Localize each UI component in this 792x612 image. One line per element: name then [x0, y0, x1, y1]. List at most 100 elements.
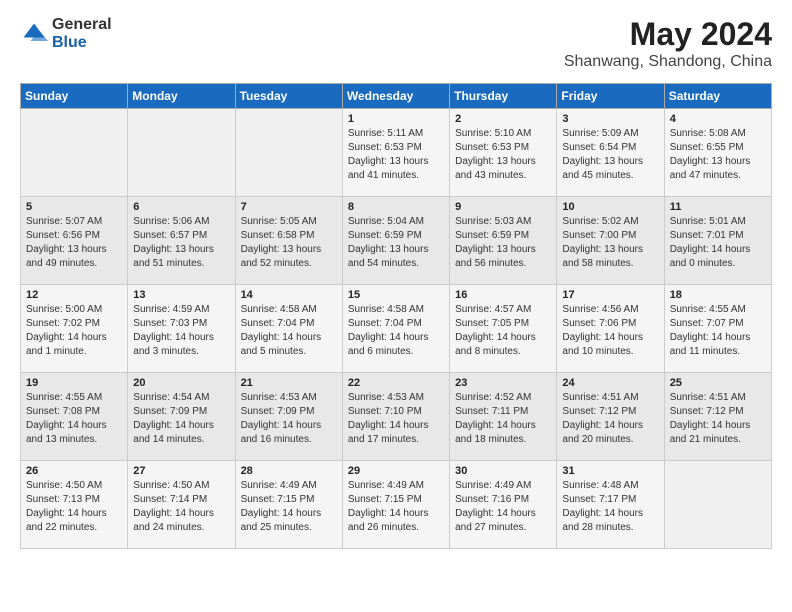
cell-content: Sunrise: 4:58 AM Sunset: 7:04 PM Dayligh… [241, 303, 337, 359]
cell-content: Sunrise: 5:01 AM Sunset: 7:01 PM Dayligh… [670, 215, 766, 271]
day-number: 1 [348, 113, 444, 125]
day-number: 6 [133, 201, 229, 213]
cell-content: Sunrise: 5:07 AM Sunset: 6:56 PM Dayligh… [26, 215, 122, 271]
calendar-cell: 21Sunrise: 4:53 AM Sunset: 7:09 PM Dayli… [235, 373, 342, 461]
calendar-cell: 12Sunrise: 5:00 AM Sunset: 7:02 PM Dayli… [21, 285, 128, 373]
cell-content: Sunrise: 4:50 AM Sunset: 7:14 PM Dayligh… [133, 479, 229, 535]
day-header-thursday: Thursday [450, 84, 557, 109]
calendar-cell: 28Sunrise: 4:49 AM Sunset: 7:15 PM Dayli… [235, 461, 342, 549]
calendar-cell: 18 Sunrise: 4:55 AM Sunset: 7:07 PM Dayli… [664, 285, 771, 373]
day-number: 8 [348, 201, 444, 213]
title-block: May 2024 Shanwang, Shandong, China [564, 16, 772, 71]
week-row-5: 26Sunrise: 4:50 AM Sunset: 7:13 PM Dayli… [21, 461, 772, 549]
cell-content: Sunrise: 5:03 AM Sunset: 6:59 PM Dayligh… [455, 215, 551, 271]
day-number: 5 [26, 201, 122, 213]
cell-content: Sunrise: 4:55 AM Sunset: 7:07 PM Dayligh… [670, 303, 766, 359]
day-number: 27 [133, 465, 229, 477]
day-number: 16 [455, 289, 551, 301]
calendar-cell: 15 Sunrise: 4:58 AM Sunset: 7:04 PM Dayli… [342, 285, 449, 373]
day-number: 4 [670, 113, 766, 125]
logo: General Blue [20, 16, 112, 51]
calendar-cell: 20Sunrise: 4:54 AM Sunset: 7:09 PM Dayli… [128, 373, 235, 461]
day-number: 15 [348, 289, 444, 301]
day-header-monday: Monday [128, 84, 235, 109]
day-number: 25 [670, 377, 766, 389]
day-number: 3 [562, 113, 658, 125]
day-header-friday: Friday [557, 84, 664, 109]
calendar-cell: 9 Sunrise: 5:03 AM Sunset: 6:59 PM Daylig… [450, 197, 557, 285]
calendar-cell: 29 Sunrise: 4:49 AM Sunset: 7:15 PM Dayli… [342, 461, 449, 549]
day-number: 18 [670, 289, 766, 301]
week-row-3: 12Sunrise: 5:00 AM Sunset: 7:02 PM Dayli… [21, 285, 772, 373]
calendar-cell [664, 461, 771, 549]
cell-content: Sunrise: 4:57 AM Sunset: 7:05 PM Dayligh… [455, 303, 551, 359]
day-number: 11 [670, 201, 766, 213]
day-number: 28 [241, 465, 337, 477]
calendar-cell: 13 Sunrise: 4:59 AM Sunset: 7:03 PM Dayli… [128, 285, 235, 373]
cell-content: Sunrise: 5:06 AM Sunset: 6:57 PM Dayligh… [133, 215, 229, 271]
day-number: 20 [133, 377, 229, 389]
cell-content: Sunrise: 4:49 AM Sunset: 7:15 PM Dayligh… [348, 479, 444, 535]
cell-content: Sunrise: 4:58 AM Sunset: 7:04 PM Dayligh… [348, 303, 444, 359]
calendar-cell: 8Sunrise: 5:04 AM Sunset: 6:59 PM Daylig… [342, 197, 449, 285]
calendar-cell: 10Sunrise: 5:02 AM Sunset: 7:00 PM Dayli… [557, 197, 664, 285]
day-number: 13 [133, 289, 229, 301]
calendar-cell: 6 Sunrise: 5:06 AM Sunset: 6:57 PM Daylig… [128, 197, 235, 285]
calendar-cell [21, 109, 128, 197]
calendar-cell: 23 Sunrise: 4:52 AM Sunset: 7:11 PM Dayli… [450, 373, 557, 461]
page: General Blue May 2024 Shanwang, Shandong… [0, 0, 792, 565]
day-number: 9 [455, 201, 551, 213]
location: Shanwang, Shandong, China [564, 53, 772, 71]
cell-content: Sunrise: 4:55 AM Sunset: 7:08 PM Dayligh… [26, 391, 122, 447]
header-row: SundayMondayTuesdayWednesdayThursdayFrid… [21, 84, 772, 109]
cell-content: Sunrise: 5:09 AM Sunset: 6:54 PM Dayligh… [562, 127, 658, 183]
day-number: 23 [455, 377, 551, 389]
calendar-cell: 31Sunrise: 4:48 AM Sunset: 7:17 PM Dayli… [557, 461, 664, 549]
cell-content: Sunrise: 5:10 AM Sunset: 6:53 PM Dayligh… [455, 127, 551, 183]
day-header-tuesday: Tuesday [235, 84, 342, 109]
calendar-cell: 3 Sunrise: 5:09 AM Sunset: 6:54 PM Daylig… [557, 109, 664, 197]
calendar-cell: 19Sunrise: 4:55 AM Sunset: 7:08 PM Dayli… [21, 373, 128, 461]
day-number: 31 [562, 465, 658, 477]
calendar-cell: 2 Sunrise: 5:10 AM Sunset: 6:53 PM Daylig… [450, 109, 557, 197]
week-row-2: 5 Sunrise: 5:07 AM Sunset: 6:56 PM Daylig… [21, 197, 772, 285]
cell-content: Sunrise: 5:02 AM Sunset: 7:00 PM Dayligh… [562, 215, 658, 271]
cell-content: Sunrise: 4:52 AM Sunset: 7:11 PM Dayligh… [455, 391, 551, 447]
cell-content: Sunrise: 5:05 AM Sunset: 6:58 PM Dayligh… [241, 215, 337, 271]
cell-content: Sunrise: 4:50 AM Sunset: 7:13 PM Dayligh… [26, 479, 122, 535]
logo-icon [20, 20, 48, 48]
day-header-saturday: Saturday [664, 84, 771, 109]
calendar-cell [128, 109, 235, 197]
calendar-cell: 27 Sunrise: 4:50 AM Sunset: 7:14 PM Dayli… [128, 461, 235, 549]
month-year: May 2024 [564, 16, 772, 53]
day-number: 22 [348, 377, 444, 389]
day-number: 2 [455, 113, 551, 125]
header: General Blue May 2024 Shanwang, Shandong… [20, 16, 772, 71]
day-header-wednesday: Wednesday [342, 84, 449, 109]
calendar-cell: 17Sunrise: 4:56 AM Sunset: 7:06 PM Dayli… [557, 285, 664, 373]
calendar-cell: 11 Sunrise: 5:01 AM Sunset: 7:01 PM Dayli… [664, 197, 771, 285]
day-number: 12 [26, 289, 122, 301]
day-number: 14 [241, 289, 337, 301]
cell-content: Sunrise: 4:53 AM Sunset: 7:10 PM Dayligh… [348, 391, 444, 447]
calendar-cell: 1Sunrise: 5:11 AM Sunset: 6:53 PM Daylig… [342, 109, 449, 197]
calendar-cell: 24Sunrise: 4:51 AM Sunset: 7:12 PM Dayli… [557, 373, 664, 461]
day-number: 24 [562, 377, 658, 389]
calendar-table: SundayMondayTuesdayWednesdayThursdayFrid… [20, 83, 772, 549]
calendar-cell: 5 Sunrise: 5:07 AM Sunset: 6:56 PM Daylig… [21, 197, 128, 285]
calendar-cell: 4 Sunrise: 5:08 AM Sunset: 6:55 PM Daylig… [664, 109, 771, 197]
cell-content: Sunrise: 4:51 AM Sunset: 7:12 PM Dayligh… [670, 391, 766, 447]
cell-content: Sunrise: 4:56 AM Sunset: 7:06 PM Dayligh… [562, 303, 658, 359]
calendar-cell [235, 109, 342, 197]
calendar-cell: 14 Sunrise: 4:58 AM Sunset: 7:04 PM Dayli… [235, 285, 342, 373]
week-row-4: 19Sunrise: 4:55 AM Sunset: 7:08 PM Dayli… [21, 373, 772, 461]
cell-content: Sunrise: 5:08 AM Sunset: 6:55 PM Dayligh… [670, 127, 766, 183]
day-number: 29 [348, 465, 444, 477]
logo-general-text: General [52, 16, 112, 34]
calendar-cell: 25 Sunrise: 4:51 AM Sunset: 7:12 PM Dayli… [664, 373, 771, 461]
calendar-cell: 7 Sunrise: 5:05 AM Sunset: 6:58 PM Daylig… [235, 197, 342, 285]
day-number: 7 [241, 201, 337, 213]
cell-content: Sunrise: 4:59 AM Sunset: 7:03 PM Dayligh… [133, 303, 229, 359]
calendar-cell: 22 Sunrise: 4:53 AM Sunset: 7:10 PM Dayli… [342, 373, 449, 461]
logo-text: General Blue [52, 16, 112, 51]
